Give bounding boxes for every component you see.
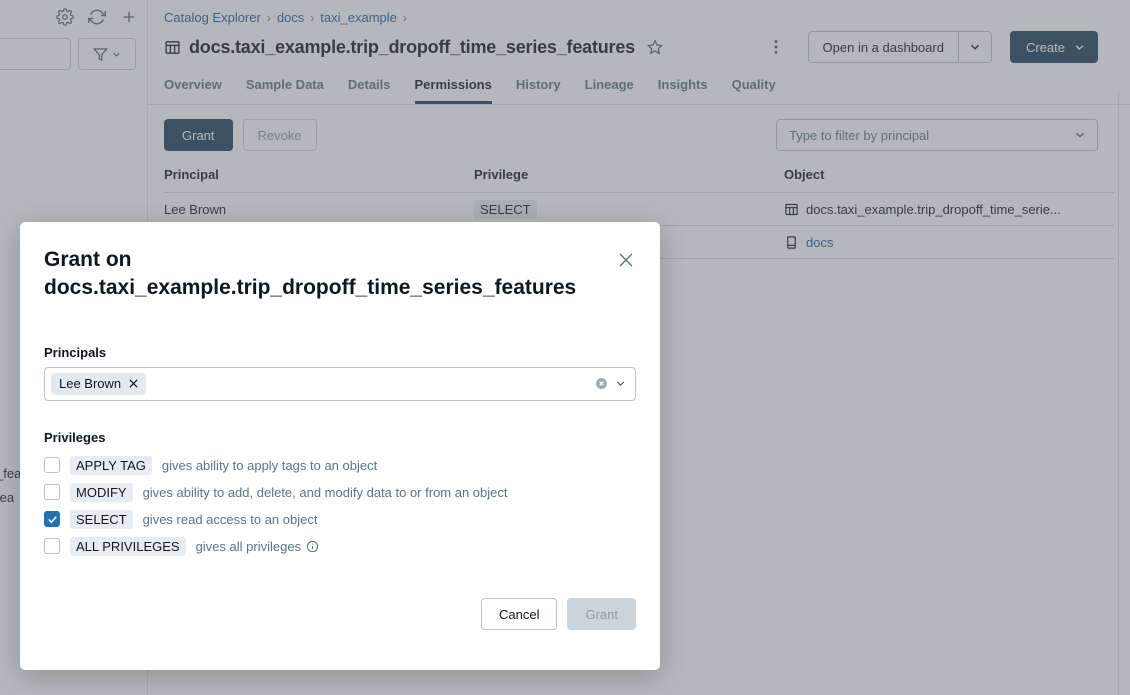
privilege-name: ALL PRIVILEGES [70, 537, 186, 556]
privilege-row-select[interactable]: SELECT gives read access to an object [44, 506, 636, 533]
close-icon[interactable] [616, 250, 636, 270]
clear-circle-icon[interactable] [595, 377, 608, 390]
privilege-row-apply-tag[interactable]: APPLY TAG gives ability to apply tags to… [44, 452, 636, 479]
privilege-name: SELECT [70, 510, 133, 529]
privilege-name: APPLY TAG [70, 456, 152, 475]
check-icon [47, 514, 58, 525]
principals-field: Principals Lee Brown [44, 345, 636, 401]
privilege-description: gives ability to apply tags to an object [162, 458, 377, 473]
principals-label: Principals [44, 345, 636, 360]
privileges-label: Privileges [44, 430, 636, 445]
principal-chip[interactable]: Lee Brown [51, 373, 146, 395]
privilege-checkbox-all-privileges[interactable] [44, 538, 60, 554]
privilege-name: MODIFY [70, 483, 133, 502]
privilege-checkbox-modify[interactable] [44, 484, 60, 500]
info-icon[interactable] [306, 540, 319, 553]
privilege-description: gives read access to an object [143, 512, 318, 527]
dialog-grant-button[interactable]: Grant [567, 598, 636, 630]
dialog-header: Grant on docs.taxi_example.trip_dropoff_… [44, 246, 636, 302]
cancel-button[interactable]: Cancel [481, 598, 557, 630]
principals-input[interactable]: Lee Brown [44, 367, 636, 401]
privilege-description: gives all privileges [196, 539, 302, 554]
grant-dialog: Grant on docs.taxi_example.trip_dropoff_… [20, 222, 660, 670]
chevron-down-icon[interactable] [614, 377, 627, 390]
privilege-row-modify[interactable]: MODIFY gives ability to add, delete, and… [44, 479, 636, 506]
dialog-title: Grant on docs.taxi_example.trip_dropoff_… [44, 246, 589, 302]
privilege-row-all-privileges[interactable]: ALL PRIVILEGES gives all privileges [44, 533, 636, 560]
screen-root: _fea fea Catalog Explorer › docs › taxi_… [0, 0, 1130, 695]
privilege-checkbox-apply-tag[interactable] [44, 457, 60, 473]
privileges-field: Privileges APPLY TAG gives ability to ap… [44, 430, 636, 560]
x-icon[interactable] [128, 378, 139, 389]
privilege-description-wrap: gives all privileges [196, 539, 320, 554]
privilege-checkbox-select[interactable] [44, 511, 60, 527]
principal-chip-label: Lee Brown [59, 376, 121, 391]
dialog-footer: Cancel Grant [44, 598, 636, 646]
privilege-description: gives ability to add, delete, and modify… [143, 485, 508, 500]
